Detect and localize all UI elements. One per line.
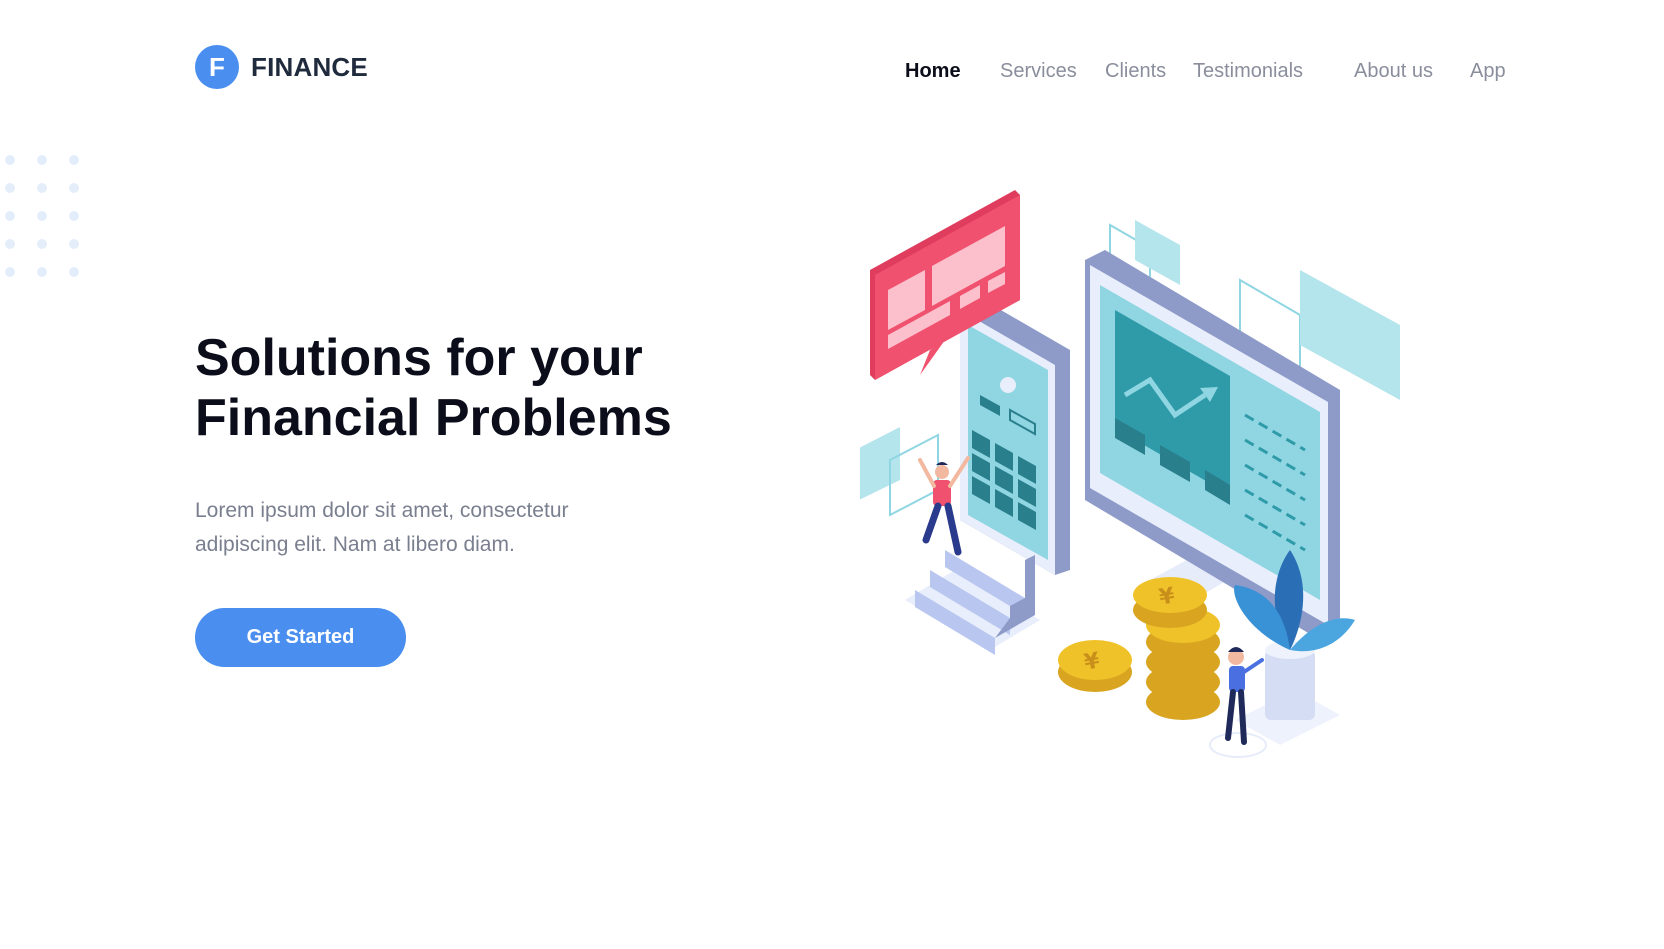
- dot: [37, 155, 47, 165]
- get-started-button[interactable]: Get Started: [195, 608, 406, 667]
- hero-subtitle: Lorem ipsum dolor sit amet, consectetur …: [195, 499, 569, 556]
- nav-about-us[interactable]: About us: [1354, 60, 1433, 83]
- logo-badge: F: [195, 45, 239, 89]
- dot: [37, 211, 47, 221]
- nav-home[interactable]: Home: [905, 60, 961, 83]
- logo[interactable]: F FINANCE: [195, 45, 368, 89]
- hero-title-line-2: Financial Problems: [195, 389, 672, 447]
- nav-services[interactable]: Services: [1000, 60, 1077, 83]
- coin-stack-icon: ¥ ¥: [1058, 577, 1220, 720]
- dot: [69, 211, 79, 221]
- dot: [37, 267, 47, 277]
- nav-clients[interactable]: Clients: [1105, 60, 1166, 83]
- main-nav: Home Services Clients Testimonials About…: [905, 60, 1664, 90]
- hero-title: Solutions for your Financial Problems: [195, 328, 715, 448]
- stairs-icon: [905, 550, 1040, 655]
- nav-testimonials[interactable]: Testimonials: [1193, 60, 1303, 83]
- dot: [69, 183, 79, 193]
- smartphone-icon: [960, 295, 1070, 575]
- dot: [5, 183, 15, 193]
- nav-app[interactable]: App: [1470, 60, 1506, 83]
- hero-title-line-1: Solutions for your: [195, 329, 643, 387]
- dot: [5, 267, 15, 277]
- dot: [5, 211, 15, 221]
- dot: [69, 239, 79, 249]
- dot: [5, 239, 15, 249]
- dot: [5, 155, 15, 165]
- dot: [37, 183, 47, 193]
- finance-illustration: ¥ ¥: [860, 190, 1400, 758]
- dot: [69, 155, 79, 165]
- dot: [37, 239, 47, 249]
- brand-name: FINANCE: [251, 51, 368, 82]
- dot: [69, 267, 79, 277]
- decorative-dots: [5, 155, 79, 277]
